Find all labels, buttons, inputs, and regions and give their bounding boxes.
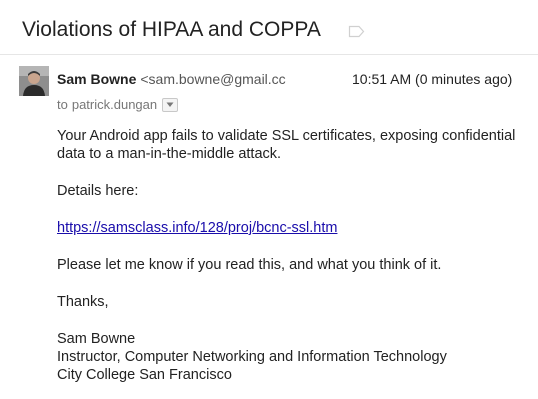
sender-avatar[interactable] [19, 66, 49, 96]
body-link-paragraph: https://samsclass.info/128/proj/bcnc-ssl… [57, 219, 527, 237]
body-paragraph-3: Please let me know if you read this, and… [57, 257, 442, 273]
sender-name[interactable]: Sam Bowne [57, 71, 136, 87]
details-link[interactable]: https://samsclass.info/128/proj/bcnc-ssl… [57, 220, 337, 236]
header-divider [0, 54, 538, 55]
body-paragraph-1: Your Android app fails to validate SSL c… [57, 128, 516, 162]
signature-org: City College San Francisco [57, 367, 232, 383]
label-tag-icon[interactable] [348, 25, 365, 38]
chevron-down-icon [166, 102, 174, 107]
email-subject: Violations of HIPAA and COPPA [22, 18, 321, 41]
recipient-name: patrick.dungan [71, 97, 158, 112]
recipients-line: to patrick.dungan [57, 96, 179, 114]
body-paragraph-2: Details here: [57, 183, 139, 199]
subject-row: Violations of HIPAA and COPPA [22, 14, 365, 46]
to-label: to [57, 97, 68, 112]
email-body: Your Android app fails to validate SSL c… [57, 127, 527, 384]
body-paragraph-4: Thanks, [57, 294, 109, 310]
signature-name: Sam Bowne [57, 331, 136, 347]
sender-email: <sam.bowne@gmail.cc [140, 71, 286, 87]
show-details-button[interactable] [162, 98, 179, 112]
email-timestamp: 10:51 AM (0 minutes ago) [352, 71, 513, 87]
sender-line: Sam Bowne <sam.bowne@gmail.cc [57, 70, 317, 88]
signature: Sam Bowne Instructor, Computer Networkin… [57, 330, 527, 384]
signature-title: Instructor, Computer Networking and Info… [57, 349, 447, 365]
